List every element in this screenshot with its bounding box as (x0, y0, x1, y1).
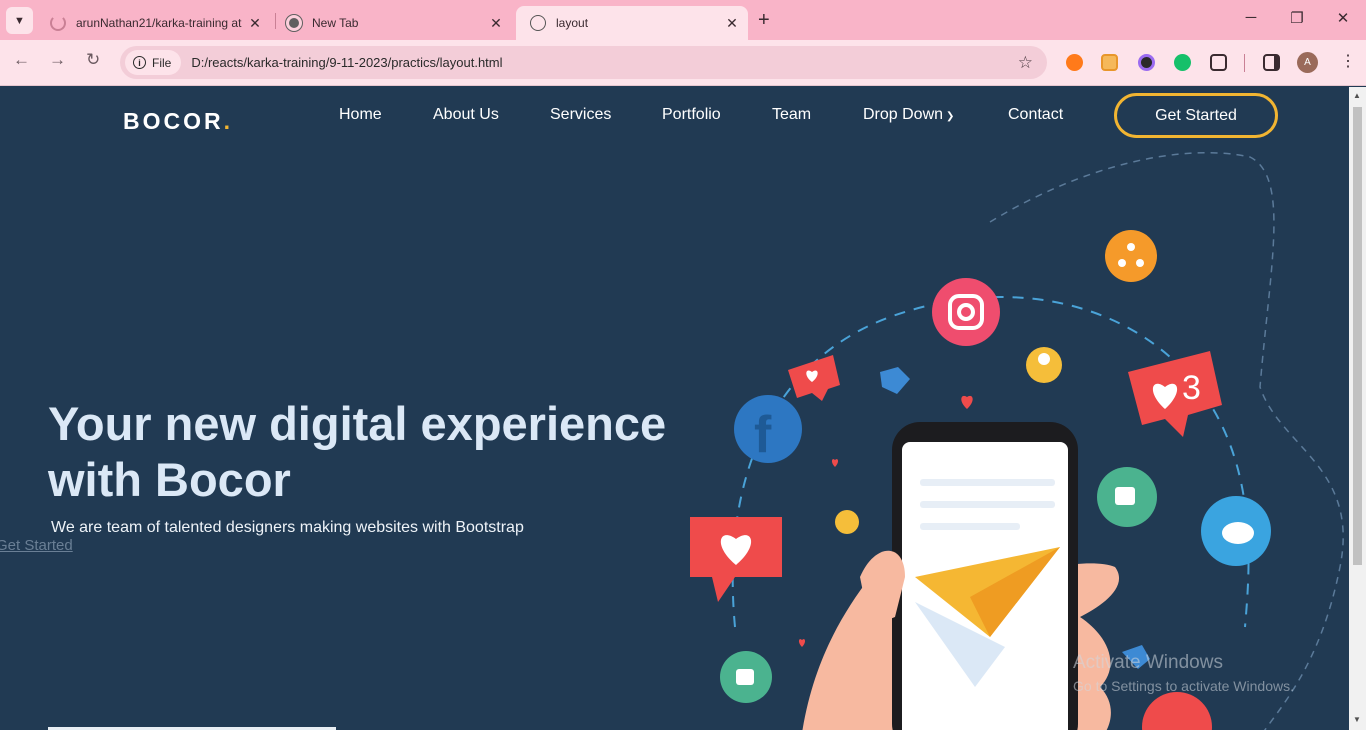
tab-github[interactable]: arunNathan21/karka-training at ✕ (36, 6, 271, 40)
windows-activation-watermark: Activate Windows Go to Settings to activ… (1073, 652, 1294, 694)
get-started-button[interactable]: Get Started (1114, 93, 1278, 138)
watermark-line-2: Go to Settings to activate Windows. (1073, 678, 1294, 694)
vertical-scrollbar[interactable]: ▲ ▼ (1349, 87, 1366, 730)
small-heart (831, 459, 839, 467)
hero-title: Your new digital experience with Bocor (48, 397, 667, 506)
screen-line (920, 479, 1055, 486)
more-menu-icon[interactable]: ⋮ (1340, 51, 1356, 71)
tab-layout-active[interactable]: layout ✕ (516, 6, 748, 40)
window-close-icon[interactable]: ✕ (1320, 9, 1366, 27)
tab-search-button[interactable]: ▼ (6, 7, 33, 34)
logo[interactable]: BOCOR. (123, 108, 233, 135)
scrollbar-thumb[interactable] (1353, 107, 1362, 565)
nav-services[interactable]: Services (550, 106, 611, 124)
user-icon (835, 510, 859, 534)
share-icon (1105, 230, 1157, 282)
thumbs-up-icon (880, 367, 910, 394)
nav-contact[interactable]: Contact (1008, 106, 1063, 124)
color-picker-extension-icon[interactable] (1138, 54, 1155, 71)
share-node (1118, 259, 1126, 267)
user-head (1038, 353, 1050, 365)
close-icon[interactable]: ✕ (486, 15, 506, 32)
chevron-down-icon: ❯ (946, 111, 955, 122)
nav-portfolio[interactable]: Portfolio (662, 106, 721, 124)
screen-line (920, 523, 1020, 530)
nav-home[interactable]: Home (339, 106, 382, 124)
nav-drop-down-label: Drop Down (863, 106, 944, 123)
hero-subtitle: We are team of talented designers making… (51, 519, 524, 536)
instagram-icon (932, 278, 1000, 346)
nav-about-us[interactable]: About Us (433, 106, 499, 124)
chevron-down-icon: ▼ (14, 14, 25, 27)
new-tab-plus-icon[interactable]: + (758, 9, 770, 32)
share-node (1136, 259, 1144, 267)
chip-label: File (152, 55, 172, 70)
small-heart (961, 395, 973, 409)
nav-drop-down[interactable]: Drop Down ❯ (863, 106, 954, 124)
tab-title: New Tab (312, 16, 359, 30)
notification-count: 3 (1182, 369, 1201, 407)
nav-team[interactable]: Team (772, 106, 811, 124)
like-glyph (1115, 487, 1135, 505)
bookmark-star-icon[interactable]: ☆ (1018, 53, 1033, 73)
chrome-icon (286, 15, 302, 31)
like-glyph (736, 669, 754, 685)
facebook-glyph: f (754, 406, 772, 464)
globe-icon (530, 15, 546, 31)
info-icon: i (133, 56, 146, 69)
reload-icon[interactable]: ↻ (86, 50, 100, 70)
grammarly-extension-icon[interactable] (1174, 54, 1191, 71)
toolbar-divider (1244, 54, 1245, 72)
site-info-chip[interactable]: i File (125, 50, 182, 75)
red-alert-icon (1142, 692, 1212, 730)
back-arrow-icon[interactable]: ← (13, 50, 30, 70)
profile-avatar[interactable]: A (1297, 52, 1318, 73)
url-text[interactable]: D:/reacts/karka-training/9-11-2023/pract… (191, 55, 502, 70)
watermark-line-1: Activate Windows (1073, 652, 1223, 673)
loading-spinner-icon (50, 15, 66, 31)
puzzle-extensions-icon[interactable] (1210, 54, 1227, 71)
scroll-down-arrow-icon[interactable]: ▼ (1353, 715, 1361, 724)
share-node (1127, 243, 1135, 251)
web-page: BOCOR. Home About Us Services Portfolio … (0, 87, 1349, 730)
forward-arrow-icon[interactable]: → (49, 50, 66, 70)
address-bar[interactable]: i File D:/reacts/karka-training/9-11-202… (120, 46, 1047, 79)
fire-extension-icon[interactable] (1066, 54, 1083, 71)
browser-toolbar: ← → ↻ i File D:/reacts/karka-training/9-… (0, 40, 1366, 86)
close-icon[interactable]: ✕ (245, 15, 265, 32)
tab-new-tab[interactable]: New Tab ✕ (272, 6, 512, 40)
twitter-bird (1222, 522, 1254, 544)
close-icon[interactable]: ✕ (722, 15, 742, 32)
side-panel-icon[interactable] (1263, 54, 1280, 71)
tab-title: arunNathan21/karka-training at (76, 16, 242, 30)
small-heart (798, 639, 806, 647)
screen-line (920, 501, 1055, 508)
tab-strip: ▼ arunNathan21/karka-training at ✕ New T… (0, 0, 1366, 40)
logo-dot: . (223, 108, 234, 134)
logo-text: BOCOR (123, 108, 224, 134)
hero-get-started-link[interactable]: Get Started (0, 537, 73, 554)
restore-icon[interactable]: ❐ (1274, 9, 1320, 27)
image-extension-icon[interactable] (1101, 54, 1118, 71)
social-media-illustration: f 3 (690, 151, 1344, 730)
minimize-icon[interactable]: ─ (1228, 9, 1274, 26)
tab-title: layout (556, 16, 589, 30)
scroll-up-arrow-icon[interactable]: ▲ (1353, 91, 1361, 100)
